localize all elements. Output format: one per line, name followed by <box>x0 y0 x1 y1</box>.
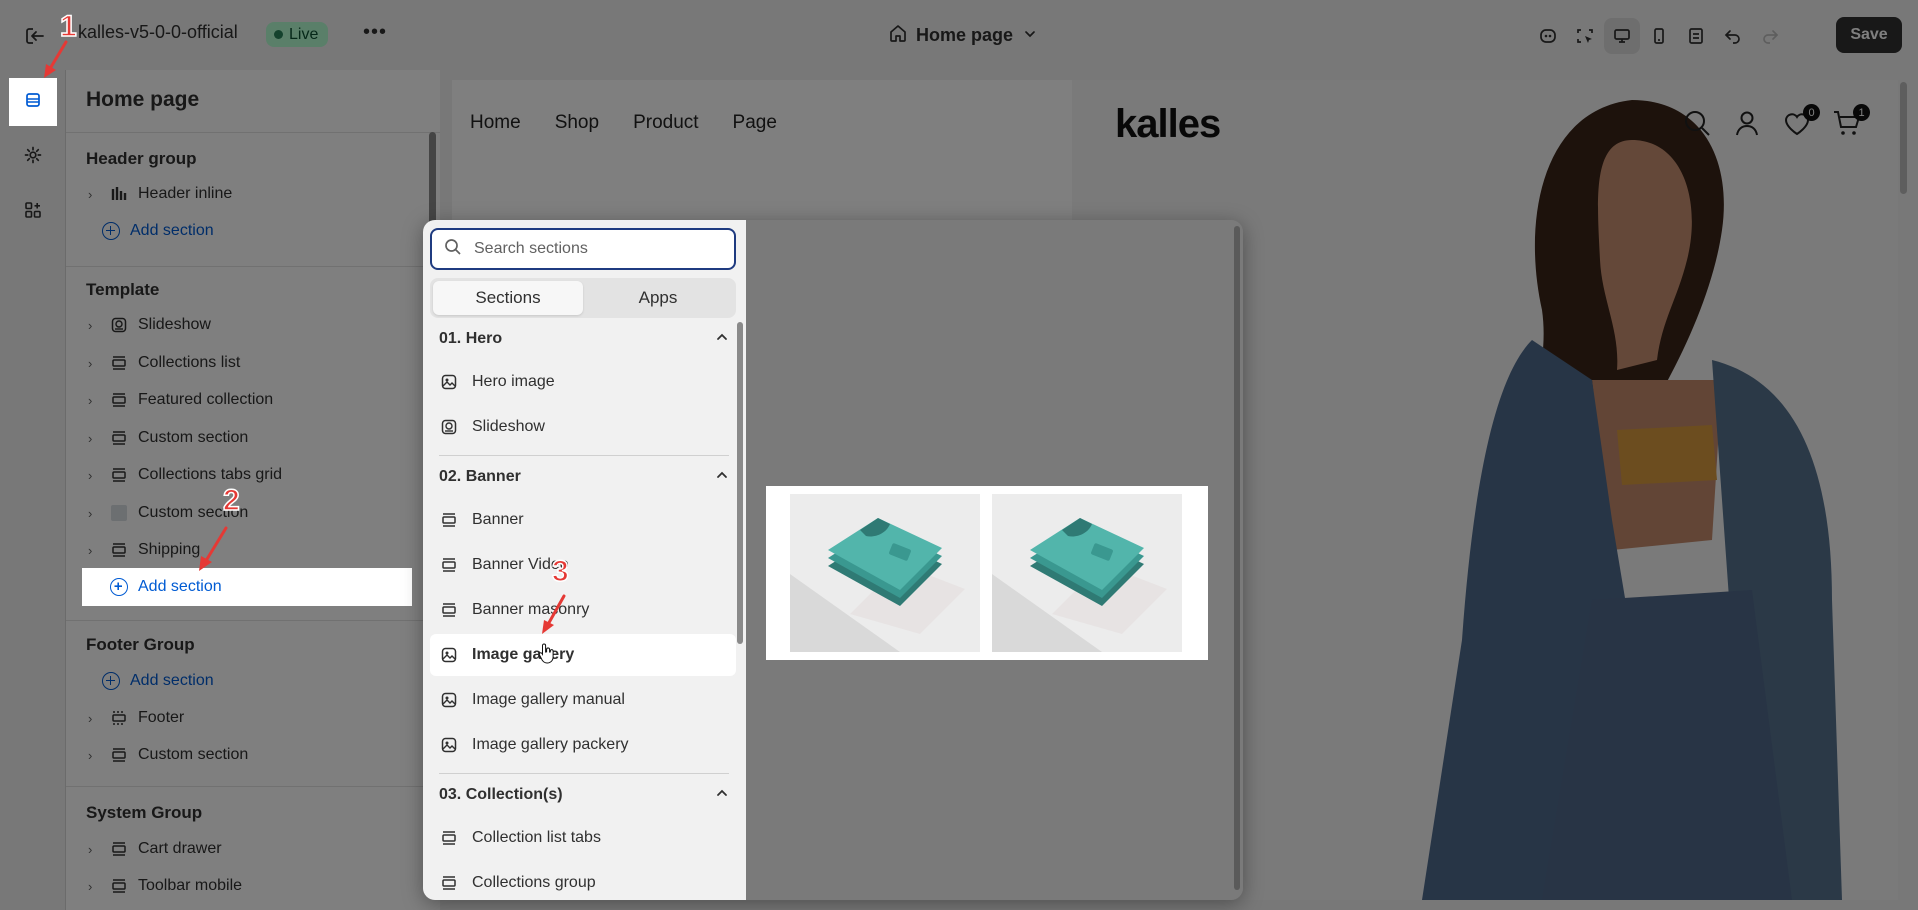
section-picker: Sections Apps 01. Hero Hero image Slides… <box>423 220 1243 900</box>
section-option-image-gallery-manual[interactable]: Image gallery manual <box>430 679 736 721</box>
slideshow-icon <box>440 418 458 436</box>
annotation-arrow-2 <box>199 526 228 571</box>
section-option-banner-masonry[interactable]: Banner masonry <box>430 589 736 631</box>
section-picker-list: Sections Apps 01. Hero Hero image Slides… <box>423 220 746 900</box>
section-option-image-gallery[interactable]: Image gallery <box>430 634 736 676</box>
annotation-arrow-3 <box>542 594 566 634</box>
search-icon <box>444 238 462 261</box>
section-icon <box>440 601 458 619</box>
section-option-label: Collection list tabs <box>472 829 601 846</box>
annotation-arrow-1 <box>44 40 68 78</box>
section-picker-preview <box>746 220 1243 900</box>
section-option-collection-list-tabs[interactable]: Collection list tabs <box>430 817 736 859</box>
chevron-up-icon <box>715 330 729 349</box>
category-banner[interactable]: 02. Banner <box>439 462 729 492</box>
add-section-label: Add section <box>138 578 222 595</box>
category-title: 02. Banner <box>439 468 521 485</box>
chevron-up-icon <box>715 786 729 805</box>
category-title: 03. Collection(s) <box>439 786 563 803</box>
chevron-up-icon <box>715 468 729 487</box>
section-option-label: Image gallery manual <box>472 691 625 708</box>
plus-circle-icon <box>110 578 128 596</box>
step-marker-3: 3 <box>551 554 569 589</box>
image-icon <box>440 691 458 709</box>
section-icon <box>440 511 458 529</box>
image-icon <box>440 646 458 664</box>
section-option-label: Slideshow <box>472 418 545 435</box>
folded-shirt-icon <box>992 518 1167 652</box>
gallery-tile <box>992 494 1182 652</box>
section-option-label: Image gallery packery <box>472 736 629 753</box>
image-icon <box>440 736 458 754</box>
divider <box>439 773 729 774</box>
divider <box>439 455 729 456</box>
gallery-tile <box>790 494 980 652</box>
category-title: 01. Hero <box>439 330 503 347</box>
section-icon <box>440 829 458 847</box>
section-option-label: Hero image <box>472 373 555 390</box>
section-option-hero-image[interactable]: Hero image <box>430 361 736 403</box>
hand-cursor-icon <box>538 643 554 664</box>
section-search[interactable] <box>430 228 736 270</box>
tab-sections[interactable]: Sections <box>433 281 583 315</box>
image-gallery-preview <box>766 486 1208 660</box>
step-marker-2: 2 <box>222 483 240 518</box>
category-hero[interactable]: 01. Hero <box>439 324 729 354</box>
picker-tabs: Sections Apps <box>430 278 736 318</box>
section-icon <box>440 874 458 892</box>
section-option-label: Collections group <box>472 874 596 891</box>
preview-pane-scrollbar[interactable] <box>1234 226 1240 890</box>
section-option-label: Banner <box>472 511 524 528</box>
section-option-label: Image gallery <box>472 646 575 663</box>
sections-icon <box>23 90 43 115</box>
rail-sections-highlight[interactable] <box>9 78 57 126</box>
section-option-banner[interactable]: Banner <box>430 499 736 541</box>
section-option-slideshow[interactable]: Slideshow <box>430 406 736 448</box>
add-section-template-highlight[interactable]: Add section <box>82 568 412 606</box>
search-input[interactable] <box>474 240 714 258</box>
picker-list-scrollbar[interactable] <box>737 322 743 644</box>
section-option-collections-group[interactable]: Collections group <box>430 862 736 900</box>
image-icon <box>440 373 458 391</box>
category-collections[interactable]: 03. Collection(s) <box>439 780 729 810</box>
section-option-label: Banner masonry <box>472 601 590 618</box>
folded-shirt-icon <box>790 518 965 652</box>
section-icon <box>440 556 458 574</box>
section-option-image-gallery-packery[interactable]: Image gallery packery <box>430 724 736 766</box>
tab-apps[interactable]: Apps <box>583 281 733 315</box>
section-option-banner-video[interactable]: Banner Video <box>430 544 736 586</box>
